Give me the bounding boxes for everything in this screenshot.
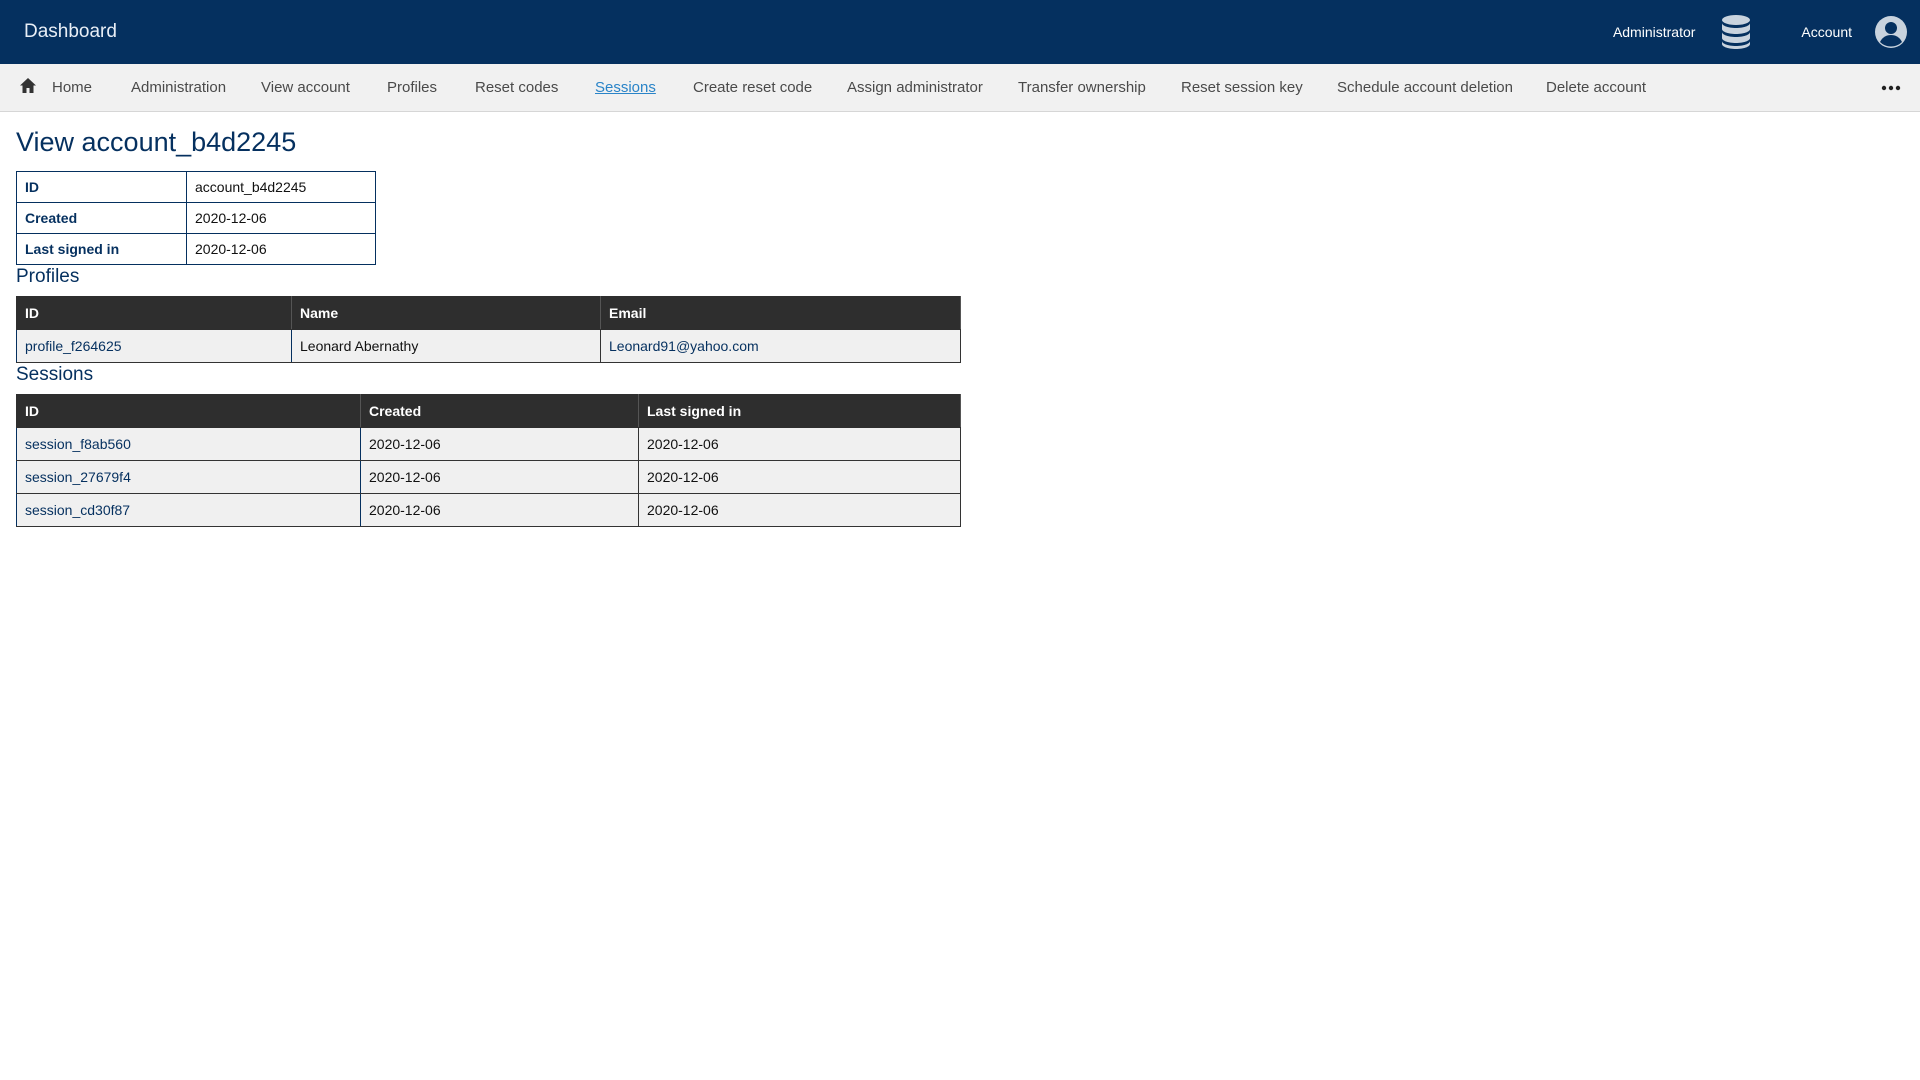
profiles-heading: Profiles — [16, 266, 80, 287]
table-row: Last signed in 2020-12-06 — [16, 233, 376, 265]
database-icon[interactable] — [1721, 15, 1751, 49]
nav-item-administration[interactable]: Administration — [131, 64, 226, 112]
nav-item-view-account[interactable]: View account — [261, 64, 350, 112]
nav-item-assign-administrator[interactable]: Assign administrator — [847, 64, 983, 112]
session-id-cell: session_27679f4 — [16, 460, 361, 494]
nav-item-transfer-ownership[interactable]: Transfer ownership — [1018, 64, 1146, 112]
session-id-cell: session_f8ab560 — [16, 427, 361, 461]
session-created-cell: 2020-12-06 — [360, 493, 639, 527]
account-details-table: ID account_b4d2245 Created 2020-12-06 La… — [16, 171, 376, 265]
home-icon[interactable] — [19, 77, 37, 95]
sessions-heading: Sessions — [16, 364, 94, 385]
session-id-cell: session_cd30f87 — [16, 493, 361, 527]
table-row: ID account_b4d2245 — [16, 171, 376, 203]
detail-key: Last signed in — [16, 233, 187, 265]
nav-item-delete-account[interactable]: Delete account — [1546, 64, 1646, 112]
detail-key: Created — [16, 202, 187, 234]
nav-item-profiles[interactable]: Profiles — [387, 64, 437, 112]
column-header[interactable]: Last signed in — [638, 394, 961, 428]
table-row: Created 2020-12-06 — [16, 202, 376, 234]
profile-id-cell: profile_f264625 — [16, 329, 292, 363]
user-circle-icon[interactable] — [1874, 15, 1908, 49]
session-last-signed-in-cell: 2020-12-06 — [638, 427, 961, 461]
detail-key: ID — [16, 171, 187, 203]
table-row: profile_f264625 Leonard Abernathy Leonar… — [16, 329, 961, 363]
nav-item-sessions[interactable]: Sessions — [595, 64, 656, 112]
app-title[interactable]: Dashboard — [24, 0, 117, 64]
main-content: View account_b4d2245 ID account_b4d2245 … — [16, 112, 961, 527]
session-created-cell: 2020-12-06 — [360, 460, 639, 494]
column-header[interactable]: ID — [16, 394, 361, 428]
nav-item-home[interactable]: Home — [52, 64, 92, 112]
session-last-signed-in-cell: 2020-12-06 — [638, 460, 961, 494]
column-header[interactable]: Name — [291, 296, 601, 330]
session-link[interactable]: session_cd30f87 — [25, 502, 130, 518]
detail-value: account_b4d2245 — [186, 171, 376, 203]
table-row: session_cd30f87 2020-12-06 2020-12-06 — [16, 493, 961, 527]
more-horizontal-icon[interactable] — [1881, 81, 1901, 95]
nav-item-reset-session-key[interactable]: Reset session key — [1181, 64, 1303, 112]
page-title: View account_b4d2245 — [16, 127, 297, 157]
table-header-row: ID Name Email — [16, 296, 961, 330]
top-bar: Dashboard Administrator Account — [0, 0, 1920, 64]
session-created-cell: 2020-12-06 — [360, 427, 639, 461]
column-header[interactable]: Email — [600, 296, 961, 330]
session-link[interactable]: session_27679f4 — [25, 469, 131, 485]
profile-name-cell: Leonard Abernathy — [291, 329, 601, 363]
nav-item-create-reset-code[interactable]: Create reset code — [693, 64, 812, 112]
top-bar-actions: Administrator Account — [1613, 0, 1920, 64]
detail-value: 2020-12-06 — [186, 233, 376, 265]
column-header[interactable]: Created — [360, 394, 639, 428]
nav-item-reset-codes[interactable]: Reset codes — [475, 64, 558, 112]
session-link[interactable]: session_f8ab560 — [25, 436, 131, 452]
profile-email-cell: Leonard91@yahoo.com — [600, 329, 961, 363]
nav-item-schedule-account-deletion[interactable]: Schedule account deletion — [1337, 64, 1513, 112]
table-row: session_27679f4 2020-12-06 2020-12-06 — [16, 460, 961, 494]
email-link[interactable]: Leonard91@yahoo.com — [609, 338, 759, 354]
column-header[interactable]: ID — [16, 296, 292, 330]
table-header-row: ID Created Last signed in — [16, 394, 961, 428]
profiles-table: ID Name Email profile_f264625 Leonard Ab… — [16, 296, 961, 363]
sessions-table: ID Created Last signed in session_f8ab56… — [16, 394, 961, 527]
account-link[interactable]: Account — [1801, 24, 1852, 40]
session-last-signed-in-cell: 2020-12-06 — [638, 493, 961, 527]
administrator-link[interactable]: Administrator — [1613, 24, 1695, 40]
table-row: session_f8ab560 2020-12-06 2020-12-06 — [16, 427, 961, 461]
profile-link[interactable]: profile_f264625 — [25, 338, 122, 354]
detail-value: 2020-12-06 — [186, 202, 376, 234]
nav-bar: Home Administration View account Profile… — [0, 64, 1920, 112]
